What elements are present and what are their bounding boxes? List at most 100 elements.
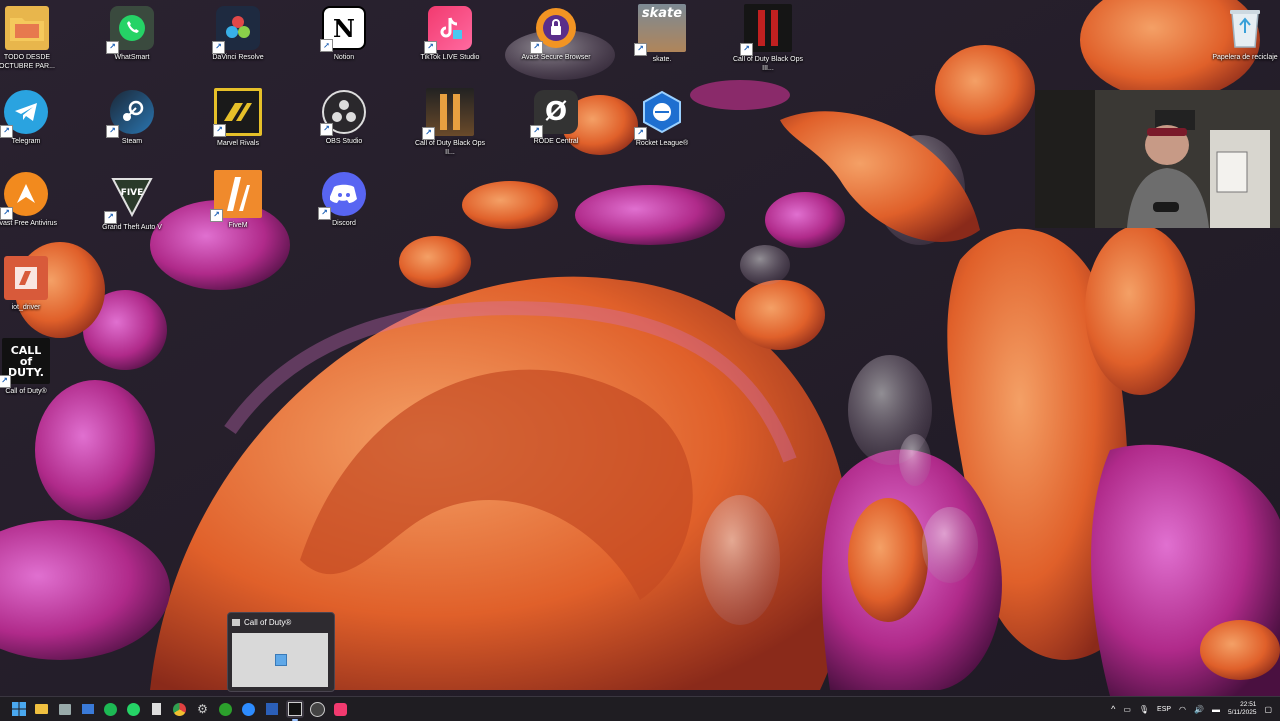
desktop-icon-tiktok-live[interactable]: ↗ TikTok LIVE Studio <box>410 6 490 62</box>
icon-label: OBS Studio <box>325 138 363 145</box>
preview-titlebar: Call of Duty® <box>228 613 334 631</box>
taskbar-spotify[interactable] <box>102 700 120 718</box>
microphone-icon[interactable]: 🎙 <box>1139 705 1149 714</box>
preview-thumbnail[interactable] <box>232 633 328 687</box>
xbox-icon <box>219 702 232 716</box>
chevron-up-icon[interactable]: ^ <box>1111 704 1115 714</box>
loading-icon <box>275 654 287 666</box>
battery-icon[interactable]: ▬ <box>1212 705 1220 714</box>
desktop-icon-rode-central[interactable]: Ø ↗ RODE Central <box>516 90 596 146</box>
davinci-resolve-icon: ↗ <box>212 6 260 54</box>
taskbar-window-preview[interactable]: Call of Duty® <box>227 612 335 692</box>
icon-label: Discord <box>332 220 356 227</box>
taskbar-call-of-duty[interactable] <box>285 700 304 721</box>
desktop-icon-notion[interactable]: N ↗ Notion <box>304 6 384 62</box>
desktop-icon-skate[interactable]: skate ↗ skate. <box>622 4 702 64</box>
avast-antivirus-icon: ↗ <box>0 172 48 220</box>
preview-title: Call of Duty® <box>244 617 292 627</box>
taskbar-whatsapp[interactable] <box>125 700 143 718</box>
whatsapp-icon: ↗ <box>106 6 154 54</box>
discord-icon: ↗ <box>318 172 366 220</box>
icon-label: Papelera de reciclaje <box>1212 54 1278 61</box>
black-ops-icon: ↗ <box>740 4 792 56</box>
taskbar-zoom[interactable] <box>240 700 258 718</box>
network-drive-icon[interactable]: ▭ <box>1123 705 1131 714</box>
desktop-icon-call-of-duty[interactable]: CALL of DUTY. ↗ Call of Duty® <box>0 338 66 396</box>
rode-icon: Ø ↗ <box>530 90 578 138</box>
taskbar-word[interactable] <box>263 700 281 718</box>
clock-date: 5/11/2025 <box>1228 709 1257 716</box>
cod-logo-text: CALL of DUTY. <box>8 343 44 379</box>
call-of-duty-icon <box>287 702 302 716</box>
taskbar-xbox[interactable] <box>217 700 235 718</box>
icon-label: Avast Free Antivirus <box>0 220 58 227</box>
taskbar: ⚙ ^ ▭ 🎙 ESP ◠ 🔊 ▬ 22:51 5/11/2025 ▢ <box>0 696 1280 721</box>
desktop-icon-todo-folder[interactable]: TODO DESDE OCTUBRE PAR... <box>0 6 67 71</box>
desktop-icon-gta-v[interactable]: FIVE ↗ Grand Theft Auto V <box>92 172 172 232</box>
desktop-icon-avast-antivirus[interactable]: ↗ Avast Free Antivirus <box>0 172 66 228</box>
icon-label: DaVinci Resolve <box>212 54 264 61</box>
taskbar-chrome[interactable] <box>171 700 189 718</box>
steam-icon: ↗ <box>106 90 154 138</box>
icon-label: Call of Duty Black Ops II... <box>414 140 486 156</box>
taskbar-obs[interactable] <box>309 700 327 718</box>
taskbar-tiktok[interactable] <box>332 700 350 718</box>
icon-label: Rocket League® <box>635 140 689 147</box>
webcam-overlay <box>1035 90 1280 228</box>
clock[interactable]: 22:51 5/11/2025 <box>1228 701 1256 717</box>
marvel-rivals-icon: ↗ <box>213 88 262 137</box>
icon-label: Avast Secure Browser <box>521 54 591 61</box>
start-button[interactable] <box>10 700 28 718</box>
taskbar-document[interactable] <box>148 700 166 718</box>
windows-icon <box>11 702 26 716</box>
svg-text:FIVE: FIVE <box>121 188 144 198</box>
desktop-icon-marvel-rivals[interactable]: ↗ Marvel Rivals <box>198 88 278 148</box>
recycle-bin-icon <box>1223 6 1267 50</box>
wifi-icon[interactable]: ◠ <box>1179 705 1186 714</box>
taskbar-app-store[interactable] <box>56 700 74 718</box>
desktop-icon-recycle-bin[interactable]: Papelera de reciclaje <box>1205 6 1280 62</box>
volume-icon[interactable]: 🔊 <box>1194 705 1204 714</box>
icon-label: WhatSmart <box>114 54 150 61</box>
icon-label: iot_driver <box>11 304 41 311</box>
desktop-icon-iot-driver[interactable]: iot_driver <box>0 256 66 312</box>
language-indicator[interactable]: ESP <box>1157 706 1171 713</box>
gta-icon: FIVE ↗ <box>104 172 156 224</box>
icon-label: Marvel Rivals <box>216 140 259 147</box>
notification-icon[interactable]: ▢ <box>1264 705 1272 714</box>
desktop-icon-rocket-league[interactable]: ↗ Rocket League® <box>622 88 702 148</box>
desktop-icon-black-ops-3[interactable]: ↗ Call of Duty Black Ops III... <box>728 4 808 73</box>
folder-icon <box>5 6 49 50</box>
desktop-icon-fivem[interactable]: ↗ FiveM <box>198 170 278 230</box>
icon-label: Grand Theft Auto V <box>102 224 162 231</box>
icon-label: TODO DESDE OCTUBRE PAR... <box>0 54 55 70</box>
desktop-icon-telegram[interactable]: ↗ Telegram <box>0 90 66 146</box>
rocket-league-icon: ↗ <box>634 88 686 140</box>
tiktok-icon: ↗ <box>424 6 472 54</box>
black-ops-2-icon: ↗ <box>422 88 474 140</box>
webcam-feed-image <box>1035 90 1280 228</box>
icon-label: Steam <box>121 138 143 145</box>
telegram-icon: ↗ <box>0 90 48 138</box>
taskbar-file-explorer[interactable] <box>33 700 51 718</box>
clock-time: 22:51 <box>1240 701 1257 708</box>
icon-label: RODE Central <box>533 138 579 145</box>
icon-label: TikTok LIVE Studio <box>420 54 480 61</box>
chrome-icon <box>173 702 186 716</box>
obs-icon <box>310 701 325 717</box>
desktop-icon-avast-browser[interactable]: ↗ Avast Secure Browser <box>516 6 596 62</box>
icon-label: Telegram <box>11 138 41 145</box>
desktop-icon-obs[interactable]: ↗ OBS Studio <box>304 90 384 146</box>
icon-label: FiveM <box>228 222 248 229</box>
taskbar-app-mail[interactable] <box>79 700 97 718</box>
desktop-icon-black-ops-2[interactable]: ↗ Call of Duty Black Ops II... <box>410 88 490 157</box>
desktop-icon-davinci[interactable]: ↗ DaVinci Resolve <box>198 6 278 62</box>
system-tray: ^ ▭ 🎙 ESP ◠ 🔊 ▬ 22:51 5/11/2025 ▢ <box>1111 697 1272 721</box>
notion-icon: N ↗ <box>320 6 366 52</box>
folder-icon <box>35 704 48 714</box>
desktop-icon-discord[interactable]: ↗ Discord <box>304 172 384 228</box>
desktop-icon-whatsmart[interactable]: ↗ WhatSmart <box>92 6 172 62</box>
taskbar-settings[interactable]: ⚙ <box>194 700 212 718</box>
desktop-icon-steam[interactable]: ↗ Steam <box>92 90 172 146</box>
icon-label: Call of Duty® <box>5 388 47 395</box>
